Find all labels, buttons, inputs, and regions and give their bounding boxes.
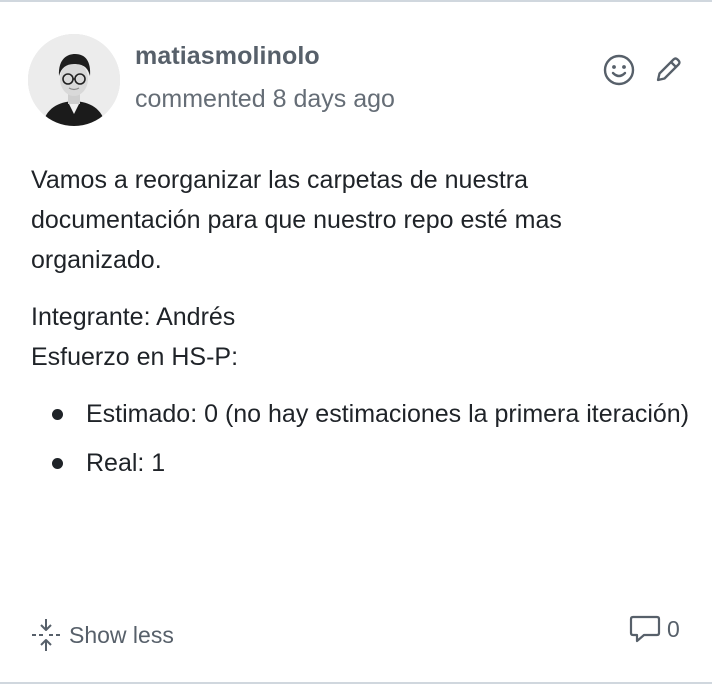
list-item-text: Real: 1	[86, 449, 166, 477]
list-item: Estimado: 0 (no hay estimaciones la prim…	[52, 394, 691, 434]
member-line: Integrante: Andrés	[31, 303, 236, 331]
bullet-icon	[52, 409, 63, 420]
comment-timestamp[interactable]: 8 days ago	[273, 85, 395, 113]
comment-count-link[interactable]: 0	[629, 614, 680, 644]
show-less-label: Show less	[69, 621, 174, 648]
pencil-icon	[656, 57, 681, 82]
bullet-icon	[52, 458, 63, 469]
effort-line: Esfuerzo en HS-P:	[31, 343, 239, 371]
comment-icon	[629, 615, 661, 643]
add-reaction-button[interactable]	[601, 52, 637, 88]
issue-comment-card: matiasmolinolo commented 8 days ago Vamos…	[0, 0, 712, 684]
comment-action: commented	[135, 85, 266, 113]
list-item: Real: 1	[52, 443, 691, 483]
avatar-photo	[28, 34, 120, 126]
effort-list: Estimado: 0 (no hay estimaciones la prim…	[31, 394, 691, 483]
comment-body: Vamos a reorganizar las carpetas de nues…	[31, 160, 691, 492]
comment-count: 0	[667, 615, 680, 642]
edit-comment-button[interactable]	[650, 52, 686, 88]
fold-icon	[32, 619, 60, 651]
comment-details: Integrante: Andrés Esfuerzo en HS-P:	[31, 297, 691, 377]
show-less-button[interactable]: Show less	[31, 618, 174, 652]
avatar[interactable]	[28, 34, 120, 126]
smiley-icon	[603, 54, 635, 86]
author-name[interactable]: matiasmolinolo	[135, 42, 320, 71]
comment-paragraph: Vamos a reorganizar las carpetas de nues…	[31, 166, 562, 274]
comment-meta: commented 8 days ago	[135, 85, 395, 114]
list-item-text: Estimado: 0 (no hay estimaciones la prim…	[86, 400, 690, 428]
